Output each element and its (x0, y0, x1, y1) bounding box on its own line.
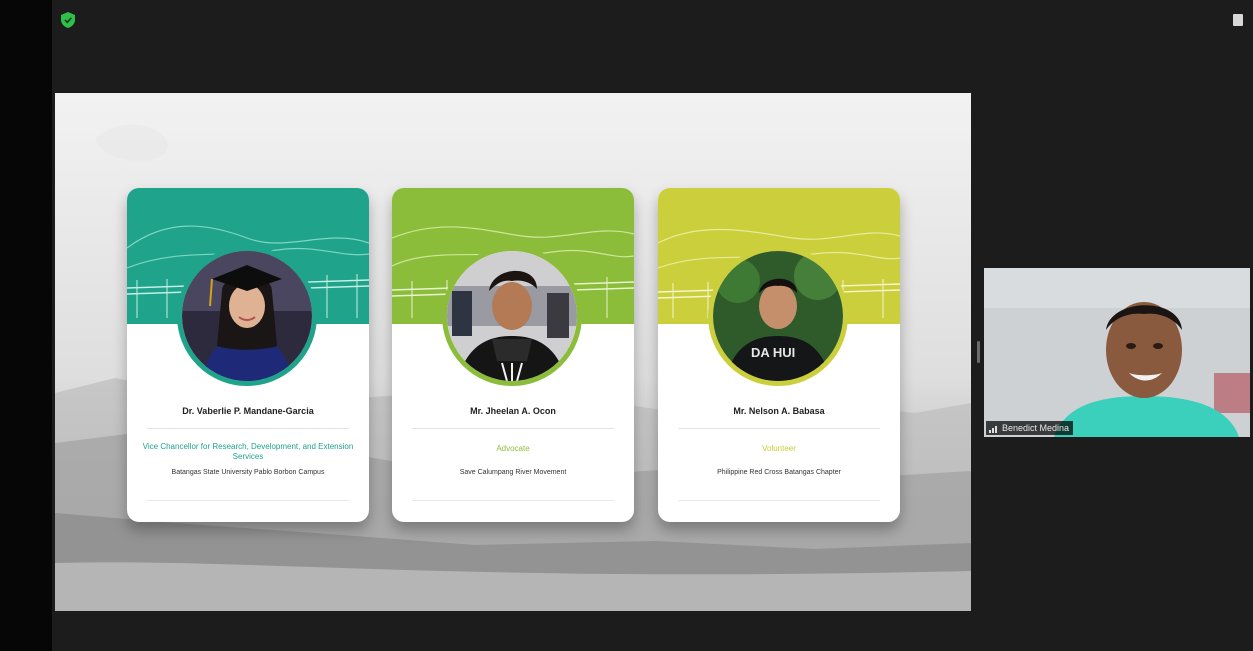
card-divider (678, 428, 880, 429)
speaker-photo: DA HUI (708, 246, 848, 386)
speaker-name: Dr. Vaberlie P. Mandane-Garcia (182, 406, 314, 416)
card-divider-bottom (678, 500, 880, 501)
meeting-window: Dr. Vaberlie P. Mandane-Garcia Vice Chan… (0, 0, 1253, 651)
signal-bars-icon (989, 424, 999, 433)
participant-video-tile[interactable]: Benedict Medina (984, 268, 1250, 437)
participant-name-tag: Benedict Medina (986, 421, 1074, 435)
speaker-organization: Philippine Red Cross Batangas Chapter (717, 469, 841, 476)
man-in-black-shirt-portrait: DA HUI (713, 251, 843, 381)
speaker-organization: Batangas State University Pablo Borbon C… (171, 469, 325, 476)
card-divider (412, 428, 614, 429)
shared-screen-slide: Dr. Vaberlie P. Mandane-Garcia Vice Chan… (55, 93, 971, 611)
speaker-role: Volunteer (762, 444, 796, 453)
shield-icon[interactable] (61, 12, 75, 28)
young-man-with-scarf-portrait (447, 251, 577, 381)
speaker-role: Advocate (496, 444, 530, 453)
speaker-card: Dr. Vaberlie P. Mandane-Garcia Vice Chan… (127, 188, 369, 522)
participant-name: Benedict Medina (1002, 423, 1070, 433)
woman-in-graduation-cap-portrait (182, 251, 312, 381)
speaker-card: DA HUI Mr. Nelson A. Babasa Volunteer Ph… (658, 188, 900, 522)
card-divider-bottom (412, 500, 614, 501)
speaker-photo (177, 246, 317, 386)
left-edge-strip (0, 0, 52, 651)
speaker-photo (442, 246, 582, 386)
card-divider-bottom (147, 500, 349, 501)
panel-resize-handle[interactable] (977, 341, 980, 363)
speaker-organization: Save Calumpang River Movement (459, 469, 567, 476)
speaker-name: Mr. Nelson A. Babasa (733, 406, 825, 416)
svg-text:DA HUI: DA HUI (751, 345, 795, 360)
participant-video (984, 268, 1250, 437)
speaker-card: Mr. Jheelan A. Ocon Advocate Save Calump… (392, 188, 634, 522)
speaker-role: Vice Chancellor for Research, Developmen… (142, 442, 354, 461)
view-options-icon[interactable] (1233, 14, 1243, 26)
speaker-name: Mr. Jheelan A. Ocon (470, 406, 556, 416)
card-divider (147, 428, 349, 429)
